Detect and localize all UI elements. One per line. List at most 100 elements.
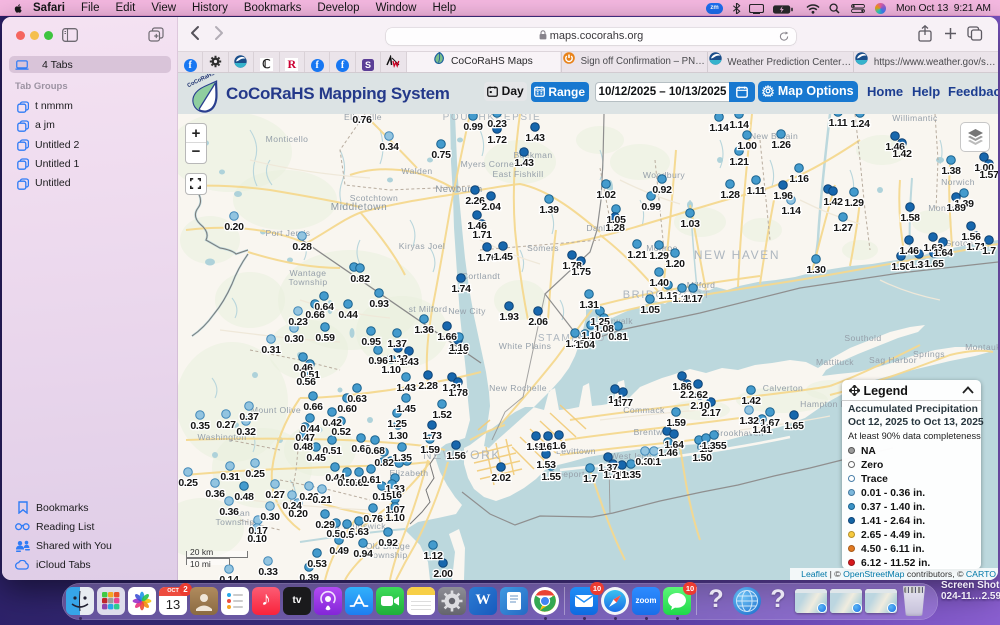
svg-text:1.6: 1.6 bbox=[552, 440, 566, 452]
svg-text:0.36: 0.36 bbox=[219, 506, 239, 518]
svg-text:1.43: 1.43 bbox=[525, 132, 545, 144]
svg-text:0.30: 0.30 bbox=[284, 333, 304, 345]
svg-text:0.20: 0.20 bbox=[224, 221, 244, 233]
svg-text:0.59: 0.59 bbox=[315, 332, 335, 344]
svg-text:Somers: Somers bbox=[527, 243, 559, 253]
svg-text:0.68: 0.68 bbox=[365, 445, 385, 457]
svg-text:1.50: 1.50 bbox=[891, 261, 911, 273]
svg-text:1.00: 1.00 bbox=[737, 140, 757, 152]
svg-text:0.14: 0.14 bbox=[219, 574, 239, 580]
svg-text:1.355: 1.355 bbox=[702, 440, 727, 452]
svg-text:0.99: 0.99 bbox=[463, 121, 483, 133]
svg-text:New City: New City bbox=[448, 306, 486, 316]
svg-text:1.43: 1.43 bbox=[514, 157, 534, 169]
svg-text:1.28: 1.28 bbox=[720, 189, 740, 201]
svg-text:1.16: 1.16 bbox=[789, 173, 809, 185]
svg-text:1.93: 1.93 bbox=[499, 311, 519, 323]
svg-text:1.31: 1.31 bbox=[579, 299, 599, 311]
svg-text:0.76: 0.76 bbox=[363, 513, 383, 525]
svg-text:1.58: 1.58 bbox=[900, 212, 920, 224]
svg-text:Sag Harbor: Sag Harbor bbox=[869, 355, 917, 365]
svg-text:Township: Township bbox=[288, 277, 327, 287]
svg-text:1.14: 1.14 bbox=[709, 122, 729, 134]
svg-text:2.00: 2.00 bbox=[433, 568, 453, 580]
svg-text:1.42: 1.42 bbox=[823, 196, 843, 208]
svg-text:0.92: 0.92 bbox=[378, 537, 398, 549]
svg-text:1.27: 1.27 bbox=[833, 222, 853, 234]
svg-text:0.23: 0.23 bbox=[288, 316, 308, 328]
svg-text:1.46: 1.46 bbox=[658, 447, 678, 459]
svg-text:1.46: 1.46 bbox=[899, 245, 919, 257]
svg-text:0.23: 0.23 bbox=[487, 118, 507, 130]
svg-text:0.37: 0.37 bbox=[239, 411, 259, 423]
svg-text:1.59: 1.59 bbox=[420, 444, 440, 456]
svg-text:1.78: 1.78 bbox=[448, 387, 468, 399]
svg-text:1.20: 1.20 bbox=[665, 258, 685, 270]
svg-text:1.39: 1.39 bbox=[539, 204, 559, 216]
svg-text:Walden: Walden bbox=[401, 166, 432, 176]
svg-text:1.45: 1.45 bbox=[493, 251, 513, 263]
svg-text:NEW HAVEN: NEW HAVEN bbox=[694, 248, 780, 262]
svg-text:1.37: 1.37 bbox=[387, 338, 407, 350]
svg-text:1.16: 1.16 bbox=[449, 342, 469, 354]
svg-text:0.66: 0.66 bbox=[303, 401, 323, 413]
svg-text:0.75: 0.75 bbox=[431, 149, 451, 161]
svg-text:1.89: 1.89 bbox=[946, 202, 966, 214]
svg-text:1.43: 1.43 bbox=[396, 382, 416, 394]
svg-text:1.7: 1.7 bbox=[982, 245, 996, 257]
svg-text:1.40: 1.40 bbox=[649, 277, 669, 289]
svg-text:Cortlandt: Cortlandt bbox=[462, 271, 501, 281]
svg-text:1.25: 1.25 bbox=[387, 418, 407, 430]
svg-text:0.10: 0.10 bbox=[247, 533, 267, 545]
svg-text:Mattituck: Mattituck bbox=[816, 357, 854, 367]
svg-text:0.20: 0.20 bbox=[288, 508, 308, 520]
svg-text:1.14: 1.14 bbox=[781, 205, 801, 217]
svg-text:Township: Township bbox=[368, 550, 407, 560]
svg-text:0.25: 0.25 bbox=[245, 468, 265, 480]
svg-text:East Fishkill: East Fishkill bbox=[492, 169, 543, 179]
svg-text:1.65: 1.65 bbox=[784, 420, 804, 432]
svg-text:0.53: 0.53 bbox=[307, 558, 327, 570]
svg-text:1.28: 1.28 bbox=[605, 222, 625, 234]
svg-text:1.7: 1.7 bbox=[583, 473, 597, 485]
svg-text:0.25: 0.25 bbox=[178, 477, 198, 489]
svg-text:0.31: 0.31 bbox=[261, 344, 281, 356]
svg-text:2.04: 2.04 bbox=[481, 201, 501, 213]
svg-text:0.60: 0.60 bbox=[337, 403, 357, 415]
svg-text:0.52: 0.52 bbox=[331, 426, 351, 438]
svg-text:1.45: 1.45 bbox=[396, 403, 416, 415]
svg-text:0.94: 0.94 bbox=[353, 548, 373, 560]
svg-text:Monticello: Monticello bbox=[266, 134, 309, 144]
svg-text:0.31: 0.31 bbox=[220, 471, 240, 483]
svg-text:0.39: 0.39 bbox=[299, 572, 319, 580]
svg-text:1.05: 1.05 bbox=[640, 304, 660, 316]
svg-text:0.27: 0.27 bbox=[216, 419, 236, 431]
svg-text:1.03: 1.03 bbox=[680, 218, 700, 230]
svg-text:1.10: 1.10 bbox=[381, 364, 401, 376]
svg-text:Norwich: Norwich bbox=[941, 177, 975, 187]
svg-text:0.82: 0.82 bbox=[374, 457, 394, 469]
svg-text:Middletown: Middletown bbox=[331, 202, 388, 213]
svg-text:1.50: 1.50 bbox=[692, 452, 712, 464]
svg-text:1.42: 1.42 bbox=[892, 148, 912, 160]
svg-text:1.11: 1.11 bbox=[829, 117, 848, 129]
svg-text:st Milford: st Milford bbox=[409, 304, 448, 314]
svg-text:0.92: 0.92 bbox=[652, 184, 672, 196]
svg-text:0.35: 0.35 bbox=[190, 420, 210, 432]
svg-text:1.35: 1.35 bbox=[621, 469, 641, 481]
svg-text:1.38: 1.38 bbox=[941, 165, 961, 177]
svg-text:1.43: 1.43 bbox=[399, 356, 419, 368]
svg-text:0.76: 0.76 bbox=[352, 114, 372, 126]
svg-text:1.65: 1.65 bbox=[924, 258, 944, 270]
svg-text:0.36: 0.36 bbox=[205, 488, 225, 500]
svg-text:0.15: 0.15 bbox=[372, 491, 392, 503]
svg-text:0.21: 0.21 bbox=[312, 494, 332, 506]
svg-text:0.56: 0.56 bbox=[296, 376, 316, 388]
svg-text:Springs: Springs bbox=[913, 349, 945, 359]
svg-text:1.21: 1.21 bbox=[627, 249, 647, 261]
svg-text:2.06: 2.06 bbox=[528, 316, 548, 328]
svg-text:1.59: 1.59 bbox=[666, 417, 686, 429]
svg-text:1.24: 1.24 bbox=[850, 118, 870, 130]
svg-text:0.82: 0.82 bbox=[350, 273, 370, 285]
svg-text:1.52: 1.52 bbox=[432, 409, 452, 421]
